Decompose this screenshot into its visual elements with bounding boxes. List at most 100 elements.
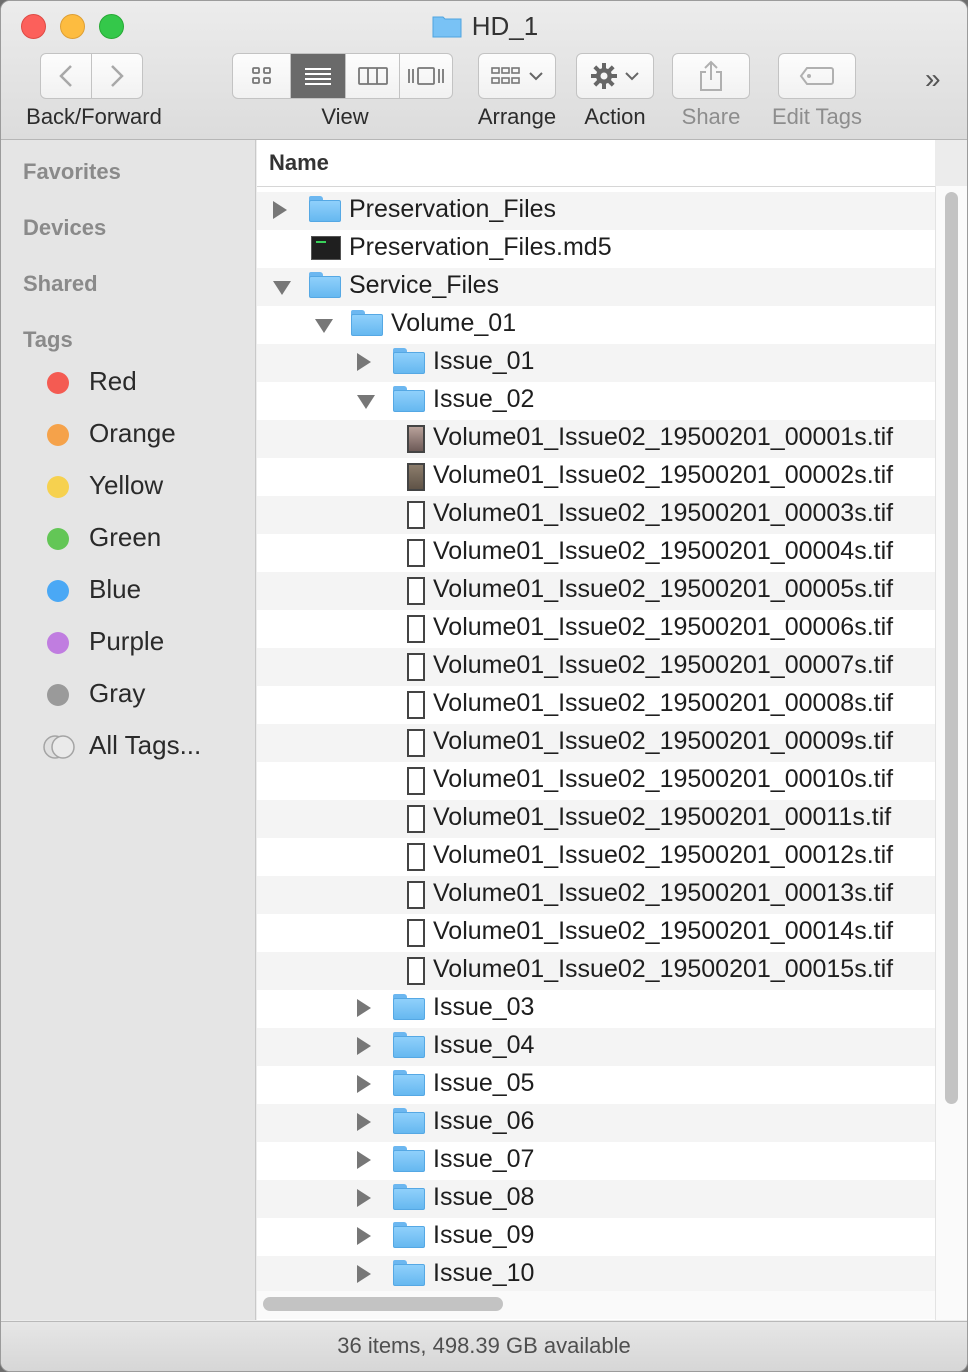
cover-flow-button[interactable] <box>400 54 452 98</box>
folder-row[interactable]: Issue_09 <box>257 1218 935 1256</box>
file-rows: Preservation_Files Preservation_Files.md5… <box>257 192 935 1294</box>
sidebar-tag-label: Red <box>89 366 137 396</box>
folder-row[interactable]: Issue_02 <box>257 382 935 420</box>
gray-tag-dot-icon <box>47 684 69 706</box>
file-name: Preservation_Files <box>349 195 557 223</box>
folder-row[interactable]: Issue_05 <box>257 1066 935 1104</box>
sidebar-section-shared[interactable]: Shared <box>23 271 98 297</box>
file-name: Issue_09 <box>433 1221 535 1249</box>
arrange-button[interactable] <box>478 53 556 99</box>
file-row[interactable]: Volume01_Issue02_19500201_00015s.tif <box>257 952 935 990</box>
disclosure-closed-icon[interactable] <box>357 1037 371 1055</box>
folder-row[interactable]: Issue_08 <box>257 1180 935 1218</box>
column-header-name[interactable]: Name <box>257 140 935 187</box>
disclosure-closed-icon[interactable] <box>273 201 287 219</box>
file-row[interactable]: Volume01_Issue02_19500201_00011s.tif <box>257 800 935 838</box>
disclosure-closed-icon[interactable] <box>357 353 371 371</box>
sidebar-tag-yellow[interactable]: Yellow <box>1 468 255 508</box>
file-name: Volume01_Issue02_19500201_00005s.tif <box>433 575 894 603</box>
tif-image-icon <box>407 805 425 833</box>
folder-icon <box>393 348 425 374</box>
folder-row[interactable]: Preservation_Files <box>257 192 935 230</box>
folder-icon <box>393 1184 425 1210</box>
file-row[interactable]: Volume01_Issue02_19500201_00010s.tif <box>257 762 935 800</box>
sidebar-tag-label: Gray <box>89 678 146 708</box>
list-view-button[interactable] <box>291 54 346 98</box>
file-row[interactable]: Volume01_Issue02_19500201_00002s.tif <box>257 458 935 496</box>
sidebar-all-tags[interactable]: All Tags... <box>1 728 255 768</box>
sidebar-section-favorites[interactable]: Favorites <box>23 159 121 185</box>
file-row[interactable]: Preservation_Files.md5 <box>257 230 935 268</box>
disclosure-closed-icon[interactable] <box>357 1189 371 1207</box>
sidebar-tag-purple[interactable]: Purple <box>1 624 255 664</box>
file-row[interactable]: Volume01_Issue02_19500201_00012s.tif <box>257 838 935 876</box>
file-name: Service_Files <box>349 271 500 299</box>
folder-row[interactable]: Issue_01 <box>257 344 935 382</box>
file-row[interactable]: Volume01_Issue02_19500201_00003s.tif <box>257 496 935 534</box>
tif-image-icon <box>407 653 425 681</box>
share-button[interactable] <box>672 53 750 99</box>
window-title: HD_1 <box>1 11 967 45</box>
folder-row[interactable]: Issue_10 <box>257 1256 935 1294</box>
horizontal-scrollbar-thumb[interactable] <box>263 1297 503 1311</box>
file-row[interactable]: Volume01_Issue02_19500201_00001s.tif <box>257 420 935 458</box>
forward-button[interactable] <box>92 54 143 98</box>
folder-icon <box>351 310 383 336</box>
columns-icon <box>357 67 388 85</box>
folder-row[interactable]: Issue_07 <box>257 1142 935 1180</box>
file-row[interactable]: Volume01_Issue02_19500201_00007s.tif <box>257 648 935 686</box>
sidebar-section-tags[interactable]: Tags <box>23 327 73 353</box>
disclosure-closed-icon[interactable] <box>357 1227 371 1245</box>
file-row[interactable]: Volume01_Issue02_19500201_00004s.tif <box>257 534 935 572</box>
file-row[interactable]: Volume01_Issue02_19500201_00013s.tif <box>257 876 935 914</box>
status-bar: 36 items, 498.39 GB available <box>1 1321 967 1371</box>
folder-row[interactable]: Issue_03 <box>257 990 935 1028</box>
file-name: Volume01_Issue02_19500201_00001s.tif <box>433 423 894 451</box>
sidebar-tag-red[interactable]: Red <box>1 364 255 404</box>
folder-icon <box>393 1108 425 1134</box>
disclosure-closed-icon[interactable] <box>357 1075 371 1093</box>
file-name: Issue_01 <box>433 347 535 375</box>
file-name: Issue_03 <box>433 993 535 1021</box>
folder-row[interactable]: Issue_04 <box>257 1028 935 1066</box>
disclosure-closed-icon[interactable] <box>357 1151 371 1169</box>
file-row[interactable]: Volume01_Issue02_19500201_00008s.tif <box>257 686 935 724</box>
sidebar-tag-gray[interactable]: Gray <box>1 676 255 716</box>
tif-image-icon <box>407 501 425 529</box>
toolbar-overflow-button[interactable]: » <box>925 63 941 95</box>
all-tags-icon <box>43 735 75 759</box>
back-button[interactable] <box>41 54 92 98</box>
disclosure-closed-icon[interactable] <box>357 1265 371 1283</box>
disclosure-open-icon[interactable] <box>315 319 333 333</box>
column-view-button[interactable] <box>346 54 400 98</box>
gear-icon <box>591 63 617 89</box>
folder-icon <box>393 1146 425 1172</box>
sidebar-tag-blue[interactable]: Blue <box>1 572 255 612</box>
folder-icon <box>393 386 425 412</box>
file-row[interactable]: Volume01_Issue02_19500201_00014s.tif <box>257 914 935 952</box>
file-name: Volume01_Issue02_19500201_00015s.tif <box>433 955 894 983</box>
sidebar-section-devices[interactable]: Devices <box>23 215 106 241</box>
tif-image-icon <box>407 881 425 909</box>
action-button[interactable] <box>576 53 654 99</box>
arrange-label: Arrange <box>477 104 557 129</box>
vertical-scrollbar-thumb[interactable] <box>945 192 958 1104</box>
folder-row[interactable]: Volume_01 <box>257 306 935 344</box>
sidebar-tag-orange[interactable]: Orange <box>1 416 255 456</box>
file-row[interactable]: Volume01_Issue02_19500201_00005s.tif <box>257 572 935 610</box>
icon-view-button[interactable] <box>233 54 291 98</box>
sidebar-tag-green[interactable]: Green <box>1 520 255 560</box>
disclosure-closed-icon[interactable] <box>357 1113 371 1131</box>
disclosure-open-icon[interactable] <box>273 281 291 295</box>
grid-icon <box>251 67 271 84</box>
chevron-down-icon <box>529 72 543 81</box>
edit-tags-button[interactable] <box>778 53 856 99</box>
disclosure-open-icon[interactable] <box>357 395 375 409</box>
toolbar: HD_1 Back/Forward View Arrange Action Sh… <box>1 1 967 140</box>
file-name: Volume_01 <box>391 309 517 337</box>
disclosure-closed-icon[interactable] <box>357 999 371 1017</box>
folder-row[interactable]: Issue_06 <box>257 1104 935 1142</box>
file-row[interactable]: Volume01_Issue02_19500201_00009s.tif <box>257 724 935 762</box>
file-row[interactable]: Volume01_Issue02_19500201_00006s.tif <box>257 610 935 648</box>
folder-row[interactable]: Service_Files <box>257 268 935 306</box>
